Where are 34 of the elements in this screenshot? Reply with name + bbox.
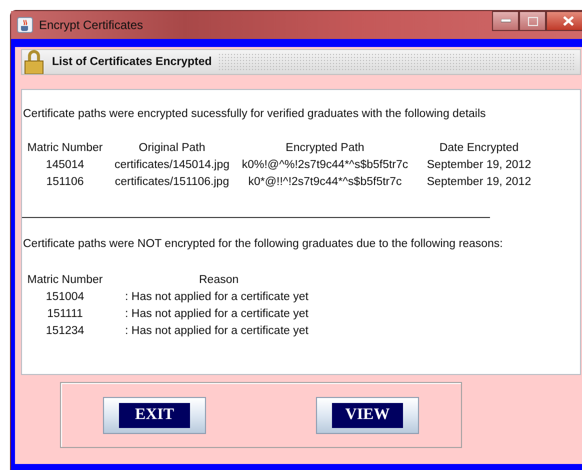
minimize-icon [500, 19, 510, 23]
column-header: Matric Number [26, 141, 104, 156]
table-cell-text: 151004 [44, 290, 86, 305]
column-header: Matric Number [26, 273, 104, 288]
table-cell-text: 151106 [45, 175, 85, 190]
table-cell-text: certificates/151106.jpg [114, 175, 230, 190]
table-cell-text: k0*@!!^!2s7t9c44*^s$b5f5tr7c [247, 175, 403, 190]
column-header: Date Encrypted [438, 141, 520, 156]
success-message: Certificate paths were encrypted sucessfully for verified graduates with the following details [23, 108, 487, 120]
exit-button[interactable]: EXIT [103, 396, 206, 434]
table-cell-text: k0%!@^%!2s7t9c44*^s$b5f5tr7c [240, 158, 410, 173]
table-cell-text: September 19, 2012 [426, 158, 532, 173]
table-cell-text: September 19, 2012 [426, 175, 532, 190]
table-cell-text: 151111 [46, 307, 84, 322]
window-title: Encrypt Certificates [39, 18, 144, 32]
maximize-icon [528, 16, 538, 26]
column-header: Encrypted Path [284, 141, 366, 156]
table-cell-text: certificates/145014.jpg [113, 158, 231, 173]
view-button[interactable]: VIEW [316, 396, 419, 434]
table-cell-text: 151234 [44, 324, 86, 339]
table-cell-text: 145014 [44, 158, 86, 173]
minimize-button[interactable] [492, 11, 519, 31]
java-cup-icon [17, 17, 33, 33]
header-title: List of Certificates Encrypted [51, 56, 213, 68]
failure-message: Certificate paths were NOT encrypted for the following graduates due to the following reasons: [23, 238, 504, 250]
close-icon [562, 16, 574, 26]
column-header: Reason [198, 273, 240, 288]
close-button[interactable] [546, 11, 582, 31]
column-header: Original Path [138, 141, 206, 156]
table-cell-text: : Has not applied for a certificate yet [124, 290, 310, 305]
table-cell-text: : Has not applied for a certificate yet [124, 324, 310, 339]
table-cell-text: : Has not applied for a certificate yet [124, 307, 310, 322]
padlock-icon [22, 50, 46, 74]
maximize-button[interactable] [519, 11, 546, 31]
